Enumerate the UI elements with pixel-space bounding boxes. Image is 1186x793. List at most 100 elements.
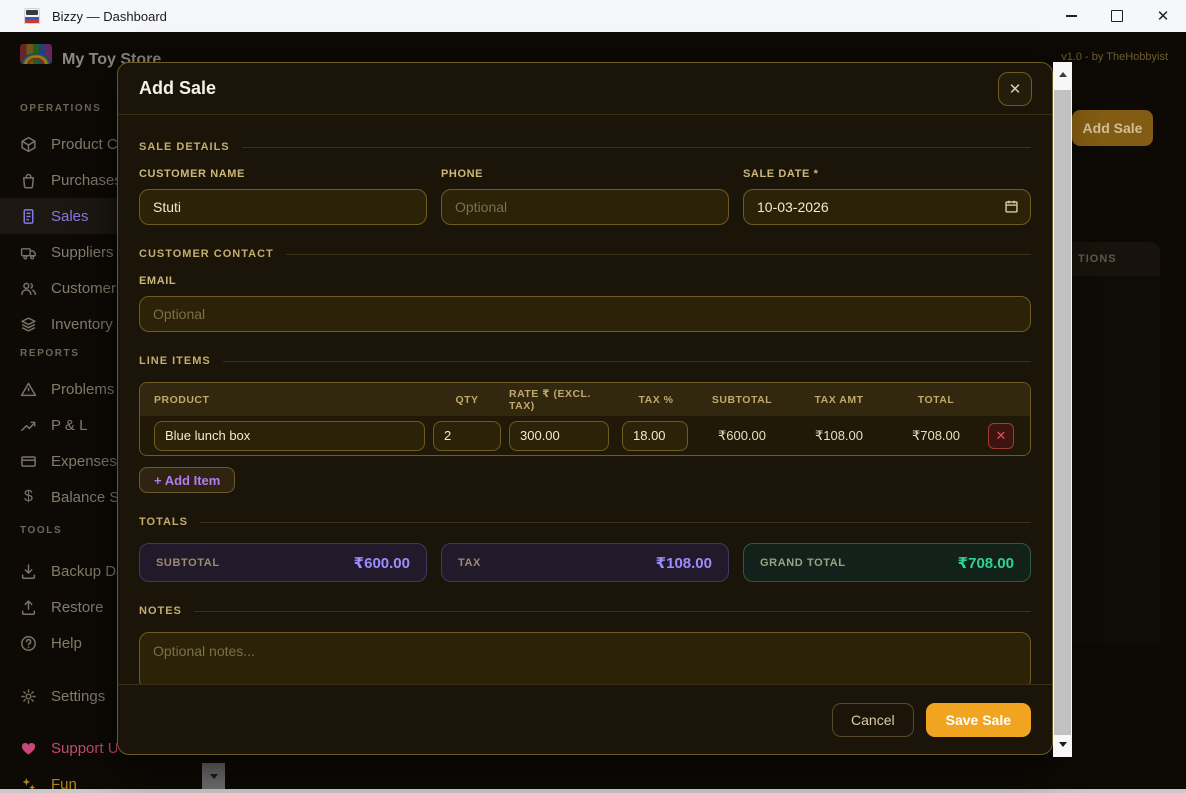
trend-up-icon [20,417,37,434]
sidebar-item-product-catalog[interactable]: Product Cat [0,126,117,162]
tax-value: ₹108.00 [656,554,712,572]
minimize-icon [1066,15,1077,16]
sidebar-item-support-us[interactable]: Support Us [0,730,117,766]
sidebar-item-suppliers[interactable]: Suppliers [0,234,117,270]
background-add-sale-button[interactable]: Add Sale [1072,110,1153,146]
download-icon [20,563,37,580]
sidebar-item-customers[interactable]: Customers [0,270,117,306]
help-icon [20,635,37,652]
gear-icon [20,688,37,705]
subtotal-label: SUBTOTAL [156,557,220,569]
chevron-down-icon [1059,742,1067,747]
customer-name-group: CUSTOMER NAME [139,168,427,225]
truck-icon [20,244,37,261]
sidebar-item-problems[interactable]: Problems [0,371,117,407]
phone-group: PHONE [441,168,729,225]
app-window: Bizzy — Dashboard ✕ My Toy Store v1.0 - … [0,0,1186,793]
sidebar-section-tools: TOOLS [20,525,117,536]
scroll-up-button[interactable] [1053,66,1072,83]
email-group: EMAIL [139,275,1031,332]
grand-total-value: ₹708.00 [958,554,1014,572]
sale-date-label: SALE DATE * [743,168,1031,180]
close-icon: ✕ [1009,80,1022,98]
warning-icon [20,381,37,398]
save-sale-button[interactable]: Save Sale [926,703,1031,737]
col-product: PRODUCT [154,394,425,406]
shopping-bag-icon [20,172,37,189]
modal-title: Add Sale [139,78,216,99]
close-window-button[interactable]: ✕ [1140,0,1186,32]
cancel-button[interactable]: Cancel [832,703,914,737]
scroll-down-button[interactable] [1053,736,1072,753]
grand-total-card: GRAND TOTAL ₹708.00 [743,543,1031,582]
heart-icon [20,740,37,757]
window-title: Bizzy — Dashboard [52,9,167,24]
tax-pct-field[interactable] [622,421,688,451]
receipt-icon [20,208,37,225]
modal-scrollbar[interactable] [1053,62,1072,757]
customer-name-field[interactable] [139,189,427,225]
product-field[interactable] [154,421,425,451]
email-label: EMAIL [139,275,1031,287]
section-line-items: LINE ITEMS [139,355,1031,367]
minimize-button[interactable] [1048,0,1094,32]
sidebar-item-restore[interactable]: Restore [0,589,117,625]
delete-icon: ✕ [996,428,1007,444]
sidebar-item-help[interactable]: Help [0,625,117,661]
sidebar-item-purchases[interactable]: Purchases [0,162,117,198]
background-table-panel: TIONS [1072,242,1160,642]
notes-field[interactable] [139,632,1031,684]
add-item-button[interactable]: + Add Item [139,467,235,493]
window-controls: ✕ [1048,0,1186,32]
qty-field[interactable] [433,421,501,451]
section-totals: TOTALS [139,516,1031,528]
tax-card: TAX ₹108.00 [441,543,729,582]
scrollbar-thumb[interactable] [1054,90,1071,735]
customer-name-label: CUSTOMER NAME [139,168,427,180]
version-text: v1.0 - by TheHobbyist [1061,51,1168,63]
col-total: TOTAL [892,394,980,406]
background-actions-column-label: TIONS [1078,253,1117,265]
app-icon [24,8,40,24]
background-scrollbar-piece[interactable] [202,763,225,790]
phone-label: PHONE [441,168,729,180]
rate-field[interactable] [509,421,609,451]
sidebar: OPERATIONS Product Cat Purchases Sales S… [0,95,117,793]
col-subtotal: SUBTOTAL [698,394,786,406]
close-icon: ✕ [1157,9,1170,24]
sidebar-item-balance-sheet[interactable]: $ Balance Sh [0,479,117,515]
modal-close-button[interactable]: ✕ [998,72,1032,106]
email-field[interactable] [139,296,1031,332]
col-tax-amt: TAX AMT [794,394,884,406]
maximize-button[interactable] [1094,0,1140,32]
users-icon [20,280,37,297]
grand-total-label: GRAND TOTAL [760,557,846,569]
row-total: ₹708.00 [892,428,980,444]
row-subtotal: ₹600.00 [698,428,786,444]
tax-label: TAX [458,557,481,569]
sidebar-item-sales[interactable]: Sales [0,198,117,234]
sale-date-group: SALE DATE * [743,168,1031,225]
line-items-table: PRODUCT QTY RATE ₹ (EXCL. TAX) TAX % SUB… [139,382,1031,456]
sidebar-item-settings[interactable]: Settings [0,678,117,714]
col-tax-pct: TAX % [622,394,690,406]
section-notes: NOTES [139,605,1031,617]
section-customer-contact: CUSTOMER CONTACT [139,248,1031,260]
titlebar: Bizzy — Dashboard ✕ [0,0,1186,32]
phone-field[interactable] [441,189,729,225]
delete-row-button[interactable]: ✕ [988,423,1014,449]
row-tax-amt: ₹108.00 [794,428,884,444]
sale-date-field[interactable] [743,189,1031,225]
line-item-row: ₹600.00 ₹108.00 ₹708.00 ✕ [140,416,1030,455]
col-rate: RATE ₹ (EXCL. TAX) [509,388,614,412]
sidebar-item-pnl[interactable]: P & L [0,407,117,443]
hobbyist-logo [20,44,52,64]
sidebar-item-inventory[interactable]: Inventory [0,306,117,342]
layers-icon [20,316,37,333]
box-icon [20,136,37,153]
modal-footer: Cancel Save Sale [118,684,1052,754]
sidebar-item-expenses[interactable]: Expenses [0,443,117,479]
sidebar-item-backup-data[interactable]: Backup Dat [0,553,117,589]
subtotal-card: SUBTOTAL ₹600.00 [139,543,427,582]
sidebar-section-reports: REPORTS [20,348,117,359]
